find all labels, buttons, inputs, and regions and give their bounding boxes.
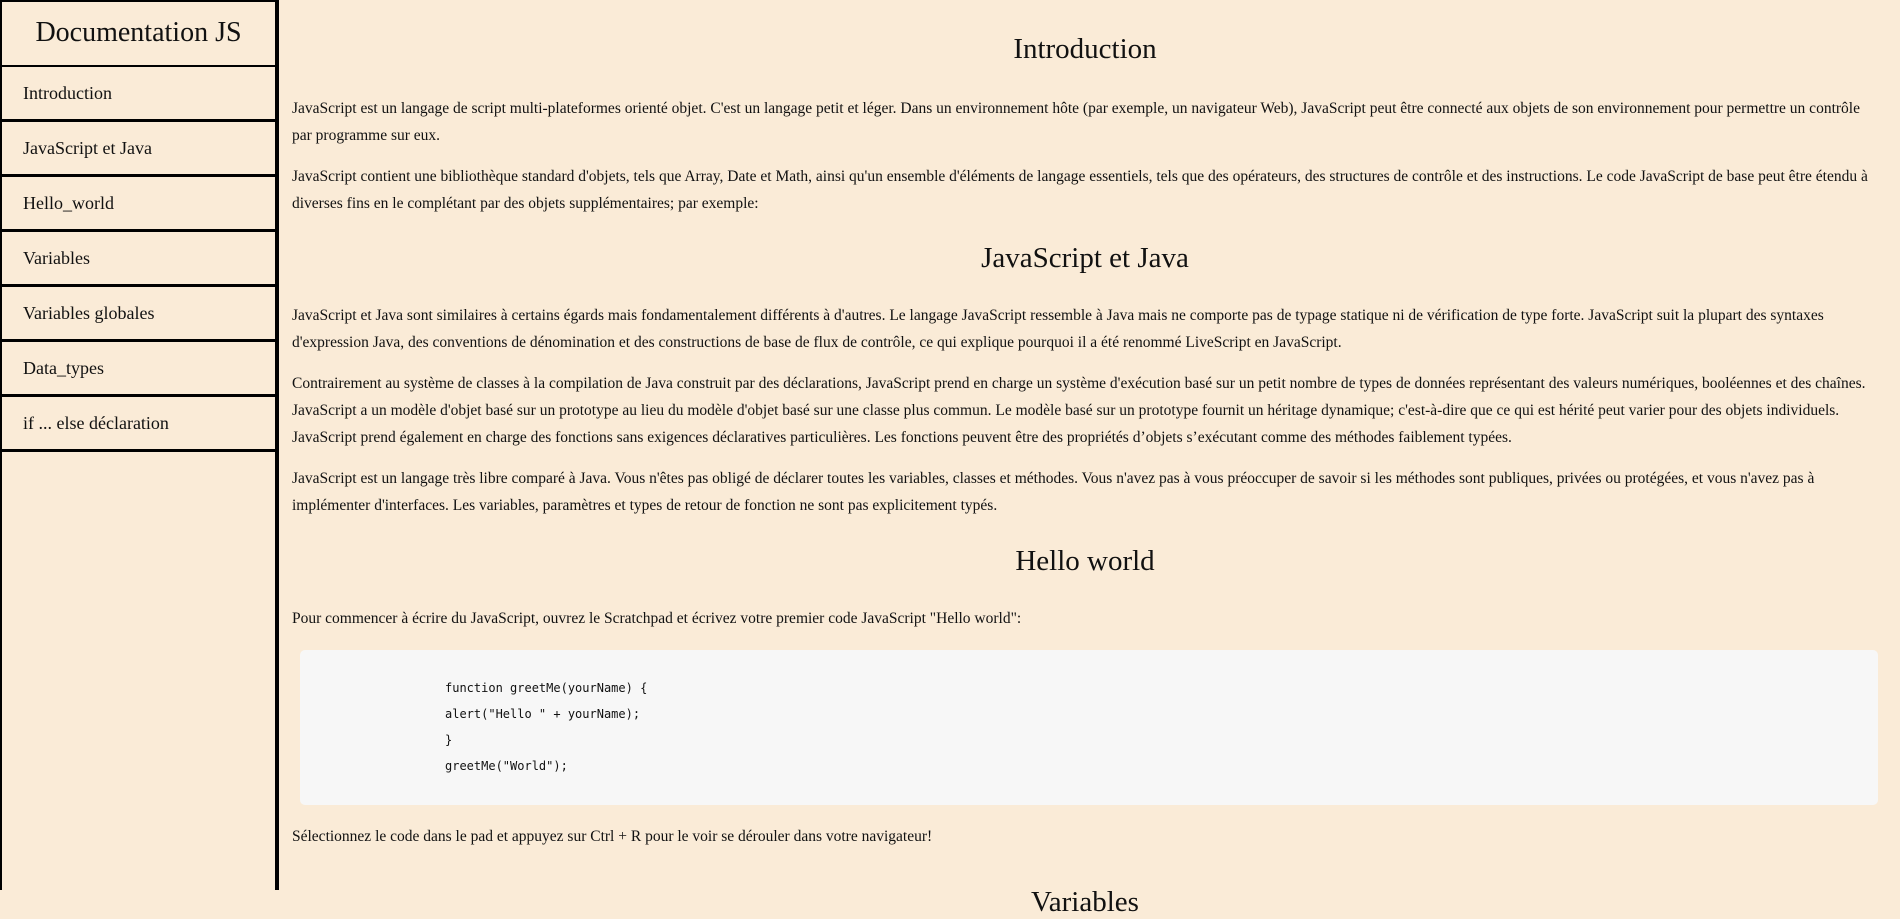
paragraph: JavaScript contient une bibliothèque sta… xyxy=(292,168,1868,212)
nav-link-variables[interactable]: Variables xyxy=(2,232,275,287)
nav-link-hello-world[interactable]: Hello_world xyxy=(2,177,275,232)
section-introduction: Introduction JavaScript est un langage d… xyxy=(292,0,1878,217)
nav-link-if-else[interactable]: if ... else déclaration xyxy=(2,397,275,452)
code-line: greetMe("World"); xyxy=(445,759,568,773)
code-line: function greetMe(yourName) { xyxy=(445,681,648,695)
section-title: Variables xyxy=(1031,886,1139,918)
section-variables: Variables xyxy=(292,886,1878,919)
paragraph: Pour commencer à écrire du JavaScript, o… xyxy=(292,610,1022,627)
nav-link-introduction[interactable]: Introduction xyxy=(2,67,275,122)
code-block[interactable]: function greetMe(yourName) { alert("Hell… xyxy=(300,650,1878,805)
navbar: Documentation JS Introduction JavaScript… xyxy=(0,0,279,890)
paragraph: JavaScript est un langage très libre com… xyxy=(292,470,1815,514)
paragraph: Contrairement au système de classes à la… xyxy=(292,375,1866,446)
paragraph: Sélectionnez le code dans le pad et appu… xyxy=(292,828,933,845)
nav-link-variables-globales[interactable]: Variables globales xyxy=(2,287,275,342)
code-line: alert("Hello " + yourName); xyxy=(445,707,641,721)
nav-link-data-types[interactable]: Data_types xyxy=(2,342,275,397)
section-title: JavaScript et Java xyxy=(981,242,1189,274)
code-line: } xyxy=(445,733,453,747)
main-doc: Introduction JavaScript est un langage d… xyxy=(292,0,1878,919)
section-title: Introduction xyxy=(1013,33,1157,65)
paragraph: JavaScript est un langage de script mult… xyxy=(292,100,1860,144)
section-javascript-et-java: JavaScript et Java JavaScript et Java so… xyxy=(292,242,1878,519)
paragraph: JavaScript et Java sont similaires à cer… xyxy=(292,307,1824,351)
section-title: Hello world xyxy=(1015,545,1155,577)
nav-link-javascript-et-java[interactable]: JavaScript et Java xyxy=(2,122,275,177)
section-hello-world: Hello world Pour commencer à écrire du J… xyxy=(292,545,1878,850)
nav-title: Documentation JS xyxy=(2,0,275,67)
